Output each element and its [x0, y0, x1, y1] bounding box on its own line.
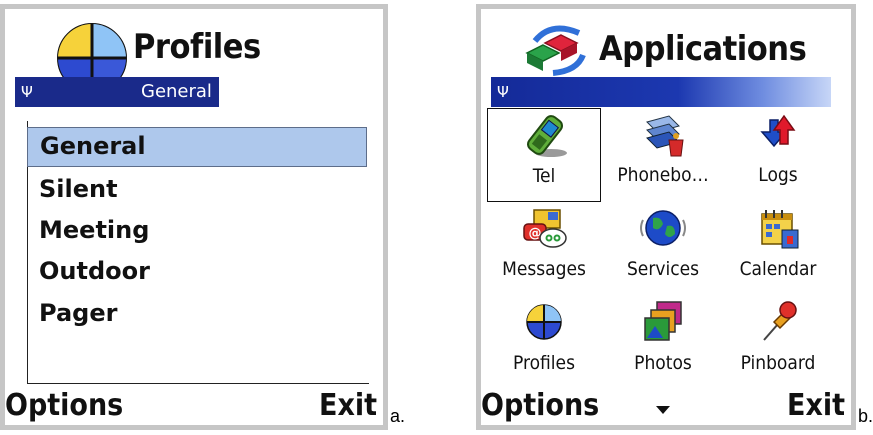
profile-item-label: Outdoor — [39, 257, 150, 285]
signal-icon: Ψ — [497, 83, 509, 101]
profile-item-label: Meeting — [39, 216, 150, 244]
messages-icon: @ — [523, 209, 567, 248]
profiles-screen: Profiles Ψ General General Silent Meetin… — [0, 4, 388, 430]
app-profiles[interactable]: Profiles — [487, 296, 601, 390]
page-title: Applications — [599, 29, 807, 69]
signal-icon: Ψ — [21, 83, 33, 101]
profile-item-meeting[interactable]: Meeting — [27, 210, 367, 250]
globe-icon — [640, 210, 686, 246]
calendar-icon — [761, 210, 799, 249]
app-messages[interactable]: @ Messages — [487, 202, 601, 296]
profile-item-pager[interactable]: Pager — [27, 293, 367, 333]
profile-item-label: General — [40, 132, 146, 160]
phone-icon — [527, 115, 567, 157]
app-phonebook[interactable]: Phonebo… — [606, 108, 720, 202]
applications-screen: Applications Ψ Tel Phonebo… Logs @ Messa… — [476, 4, 856, 430]
phonebook-icon — [646, 115, 684, 157]
profiles-icon — [526, 304, 562, 340]
pin-icon — [763, 301, 797, 341]
options-softkey[interactable]: Options — [481, 388, 599, 423]
exit-softkey[interactable]: Exit — [319, 388, 377, 423]
profile-item-silent[interactable]: Silent — [27, 169, 367, 209]
chevron-down-icon[interactable] — [655, 405, 671, 415]
caption-a: a. — [390, 406, 406, 426]
app-pinboard[interactable]: Pinboard — [721, 296, 835, 390]
status-bar: Ψ General — [15, 77, 219, 107]
active-profile-label: General — [141, 81, 212, 102]
page-title: Profiles — [133, 27, 261, 67]
app-label: Pinboard — [740, 352, 816, 374]
profile-item-label: Silent — [39, 175, 118, 203]
profile-item-outdoor[interactable]: Outdoor — [27, 251, 367, 291]
options-softkey[interactable]: Options — [5, 388, 123, 423]
app-label: Tel — [532, 165, 556, 187]
app-label: Services — [626, 258, 700, 280]
app-label: Phonebo… — [617, 164, 709, 186]
app-logs[interactable]: Logs — [721, 108, 835, 202]
profile-item-general[interactable]: General — [27, 127, 367, 167]
app-services[interactable]: Services — [606, 202, 720, 296]
applications-app-icon — [525, 25, 586, 76]
caption-b: b. — [858, 406, 873, 426]
logs-icon — [760, 114, 796, 148]
exit-softkey[interactable]: Exit — [787, 388, 845, 423]
app-calendar[interactable]: Calendar — [721, 202, 835, 296]
app-tel[interactable]: Tel — [487, 108, 601, 202]
app-photos[interactable]: Photos — [606, 296, 720, 390]
app-label: Calendar — [739, 258, 817, 280]
photos-icon — [644, 301, 682, 341]
app-label: Photos — [634, 352, 692, 374]
profile-item-label: Pager — [39, 299, 118, 327]
status-bar: Ψ — [491, 77, 831, 107]
app-label: Messages — [502, 258, 586, 280]
app-label: Profiles — [513, 352, 575, 374]
app-label: Logs — [758, 164, 798, 186]
